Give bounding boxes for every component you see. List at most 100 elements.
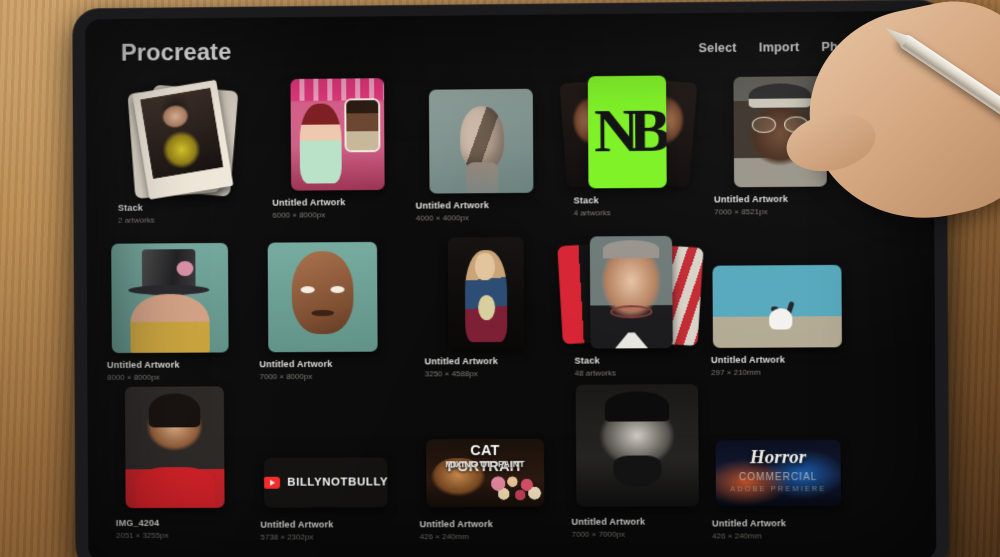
horror-line-3: ADOBE PREMIERE: [730, 483, 827, 493]
collage-girl: [299, 103, 342, 184]
gallery-row: Stack 2 artworks Untitled Artwork 6000 ×…: [109, 73, 910, 239]
thumbnail[interactable]: [270, 78, 406, 191]
thumbnail[interactable]: BILLYNOTBULLY: [258, 445, 394, 508]
item-subtitle: 297 × 210mm: [711, 367, 761, 377]
item-meta: Untitled Artwork 297 × 210mm: [709, 354, 846, 377]
artwork-image-horror-thumb: Horror COMMERCIAL ADOBE PREMIERE: [715, 439, 841, 507]
stack-top-card: [132, 79, 234, 200]
artwork-image-red-bg-portrait: [124, 386, 225, 509]
thumbnail[interactable]: [107, 386, 242, 509]
gallery-item[interactable]: CAT PORTRAIT MIXING OIL PAINT Untitled A…: [417, 431, 554, 541]
item-subtitle: 426 × 240mm: [712, 530, 762, 541]
cat-body: [769, 307, 793, 330]
portrait-glasses: [752, 115, 808, 134]
thumbnail[interactable]: CAT PORTRAIT MIXING OIL PAINT: [417, 431, 553, 508]
gallery-item[interactable]: Untitled Artwork 4000 × 4000px: [413, 81, 550, 223]
portrait-hair: [148, 393, 201, 428]
gallery-item[interactable]: Untitled Artwork 6000 × 8000px: [270, 78, 406, 219]
portrait-eye-left: [300, 286, 315, 293]
artwork-image-billynotbully-banner: BILLYNOTBULLY: [263, 457, 388, 508]
sculpt-head: [460, 105, 505, 171]
item-name: Untitled Artwork: [711, 518, 787, 529]
horror-line-2: COMMERCIAL: [738, 471, 818, 483]
top-actions: Select Import Photo: [698, 36, 904, 58]
nb-logo-text: NB: [593, 97, 661, 166]
thumbnail[interactable]: Horror COMMERCIAL ADOBE PREMIERE: [709, 432, 847, 507]
thumbnail[interactable]: [255, 240, 391, 353]
item-subtitle: 4 artworks: [573, 207, 611, 218]
item-meta: Stack 48 artworks: [560, 355, 697, 378]
gallery-item[interactable]: Stack 2 artworks: [115, 79, 251, 225]
item-meta: Untitled Artwork 6000 × 8000px: [270, 197, 405, 219]
item-meta: Untitled Artwork 4000 × 4000px: [414, 200, 550, 222]
item-name: Untitled Artwork: [419, 519, 494, 530]
gallery-item[interactable]: Untitled Artwork 7000 × 8521px: [711, 74, 849, 216]
portrait-hair: [605, 391, 669, 422]
gallery-item[interactable]: Untitled Artwork 8000 × 8000px: [102, 241, 237, 382]
gallery-item[interactable]: Untitled Artwork 7000 × 7000px: [569, 384, 706, 539]
gallery-item[interactable]: Stack 48 artworks: [557, 235, 704, 378]
artwork-image-moustache-portrait: [589, 235, 673, 349]
portrait-hair: [602, 240, 659, 259]
item-subtitle: 6000 × 8000px: [272, 209, 326, 220]
collage-man: [346, 100, 379, 150]
item-name: Stack: [574, 355, 600, 366]
artwork-image-cat-portrait-thumb: CAT PORTRAIT MIXING OIL PAINT: [426, 438, 545, 508]
portrait-torso: [135, 466, 215, 509]
item-subtitle: 5738 × 2302px: [260, 531, 314, 542]
thumbnail[interactable]: [569, 384, 706, 507]
item-subtitle: 7000 × 7000px: [571, 529, 625, 539]
import-button[interactable]: Import: [759, 40, 799, 54]
gallery-row: IMG_4204 2051 × 3255px BILLYNOTBULLY Unt…: [111, 384, 912, 556]
item-meta: IMG_4204 2051 × 3255px: [108, 518, 243, 540]
gallery-item[interactable]: NB Stack 4 artworks: [559, 75, 698, 218]
artwork-image-polaroid-woman: [140, 87, 224, 179]
sculpt-neck: [466, 161, 499, 194]
horror-title: Horror: [749, 446, 807, 468]
tablet-device: Procreate Select Import Photo Stack 2 ar…: [73, 0, 949, 557]
item-meta: Stack 2 artworks: [116, 202, 251, 225]
item-subtitle: 7000 × 8521px: [714, 206, 768, 217]
page-title: Procreate: [120, 38, 232, 67]
thumbnail[interactable]: [708, 259, 846, 348]
thumbnail[interactable]: [102, 241, 237, 354]
portrait-cap: [748, 82, 812, 108]
item-subtitle: 2051 × 3255px: [115, 530, 169, 540]
item-meta: Untitled Artwork 5738 × 2302px: [258, 519, 393, 541]
thumbnail[interactable]: NB: [559, 75, 698, 189]
item-name: Untitled Artwork: [259, 358, 333, 370]
plus-icon[interactable]: [885, 36, 905, 56]
portrait-eye-right: [330, 286, 345, 293]
top-bar: Procreate Select Import Photo: [85, 11, 933, 89]
portrait-face: [291, 250, 354, 335]
item-subtitle: 2 artworks: [117, 215, 155, 225]
thumbnail[interactable]: [418, 236, 555, 350]
portrait-mouth: [311, 310, 334, 316]
photo-button[interactable]: Photo: [821, 40, 858, 54]
item-meta: Untitled Artwork 7000 × 7000px: [569, 516, 706, 539]
artwork-image-grey-sculpt-portrait: [428, 88, 534, 194]
gallery-item[interactable]: Untitled Artwork 3250 × 4588px: [418, 236, 555, 378]
item-subtitle: 8000 × 8000px: [107, 372, 160, 382]
item-subtitle: 3250 × 4588px: [424, 368, 478, 378]
portrait-moustache-glasses: [609, 305, 653, 319]
item-name: Stack: [117, 202, 143, 213]
artwork-image-teal-portrait: [267, 241, 378, 353]
artwork-image-lady-with-ermine: [447, 236, 525, 350]
thumbnail[interactable]: [557, 235, 704, 349]
gallery-item[interactable]: BILLYNOTBULLY Untitled Artwork 5738 × 23…: [258, 445, 394, 541]
gallery-item[interactable]: IMG_4204 2051 × 3255px: [107, 386, 243, 540]
thumbnail[interactable]: [711, 74, 849, 188]
item-name: Untitled Artwork: [260, 519, 334, 530]
artwork-image-cat-landscape: [712, 264, 842, 348]
item-subtitle: 4000 × 4000px: [415, 212, 469, 223]
thumbnail[interactable]: [115, 79, 250, 200]
gallery-row: Untitled Artwork 8000 × 8000px Untitled …: [107, 234, 911, 397]
gallery-item[interactable]: Horror COMMERCIAL ADOBE PREMIERE Untitle…: [709, 432, 847, 540]
item-meta: Untitled Artwork 7000 × 8521px: [712, 193, 849, 216]
gallery-item[interactable]: Untitled Artwork 297 × 210mm: [708, 259, 846, 377]
select-button[interactable]: Select: [698, 41, 736, 55]
billynotbully-text: BILLYNOTBULLY: [287, 476, 388, 489]
thumbnail[interactable]: [413, 81, 550, 194]
gallery-item[interactable]: Untitled Artwork 7000 × 8000px: [255, 240, 391, 381]
